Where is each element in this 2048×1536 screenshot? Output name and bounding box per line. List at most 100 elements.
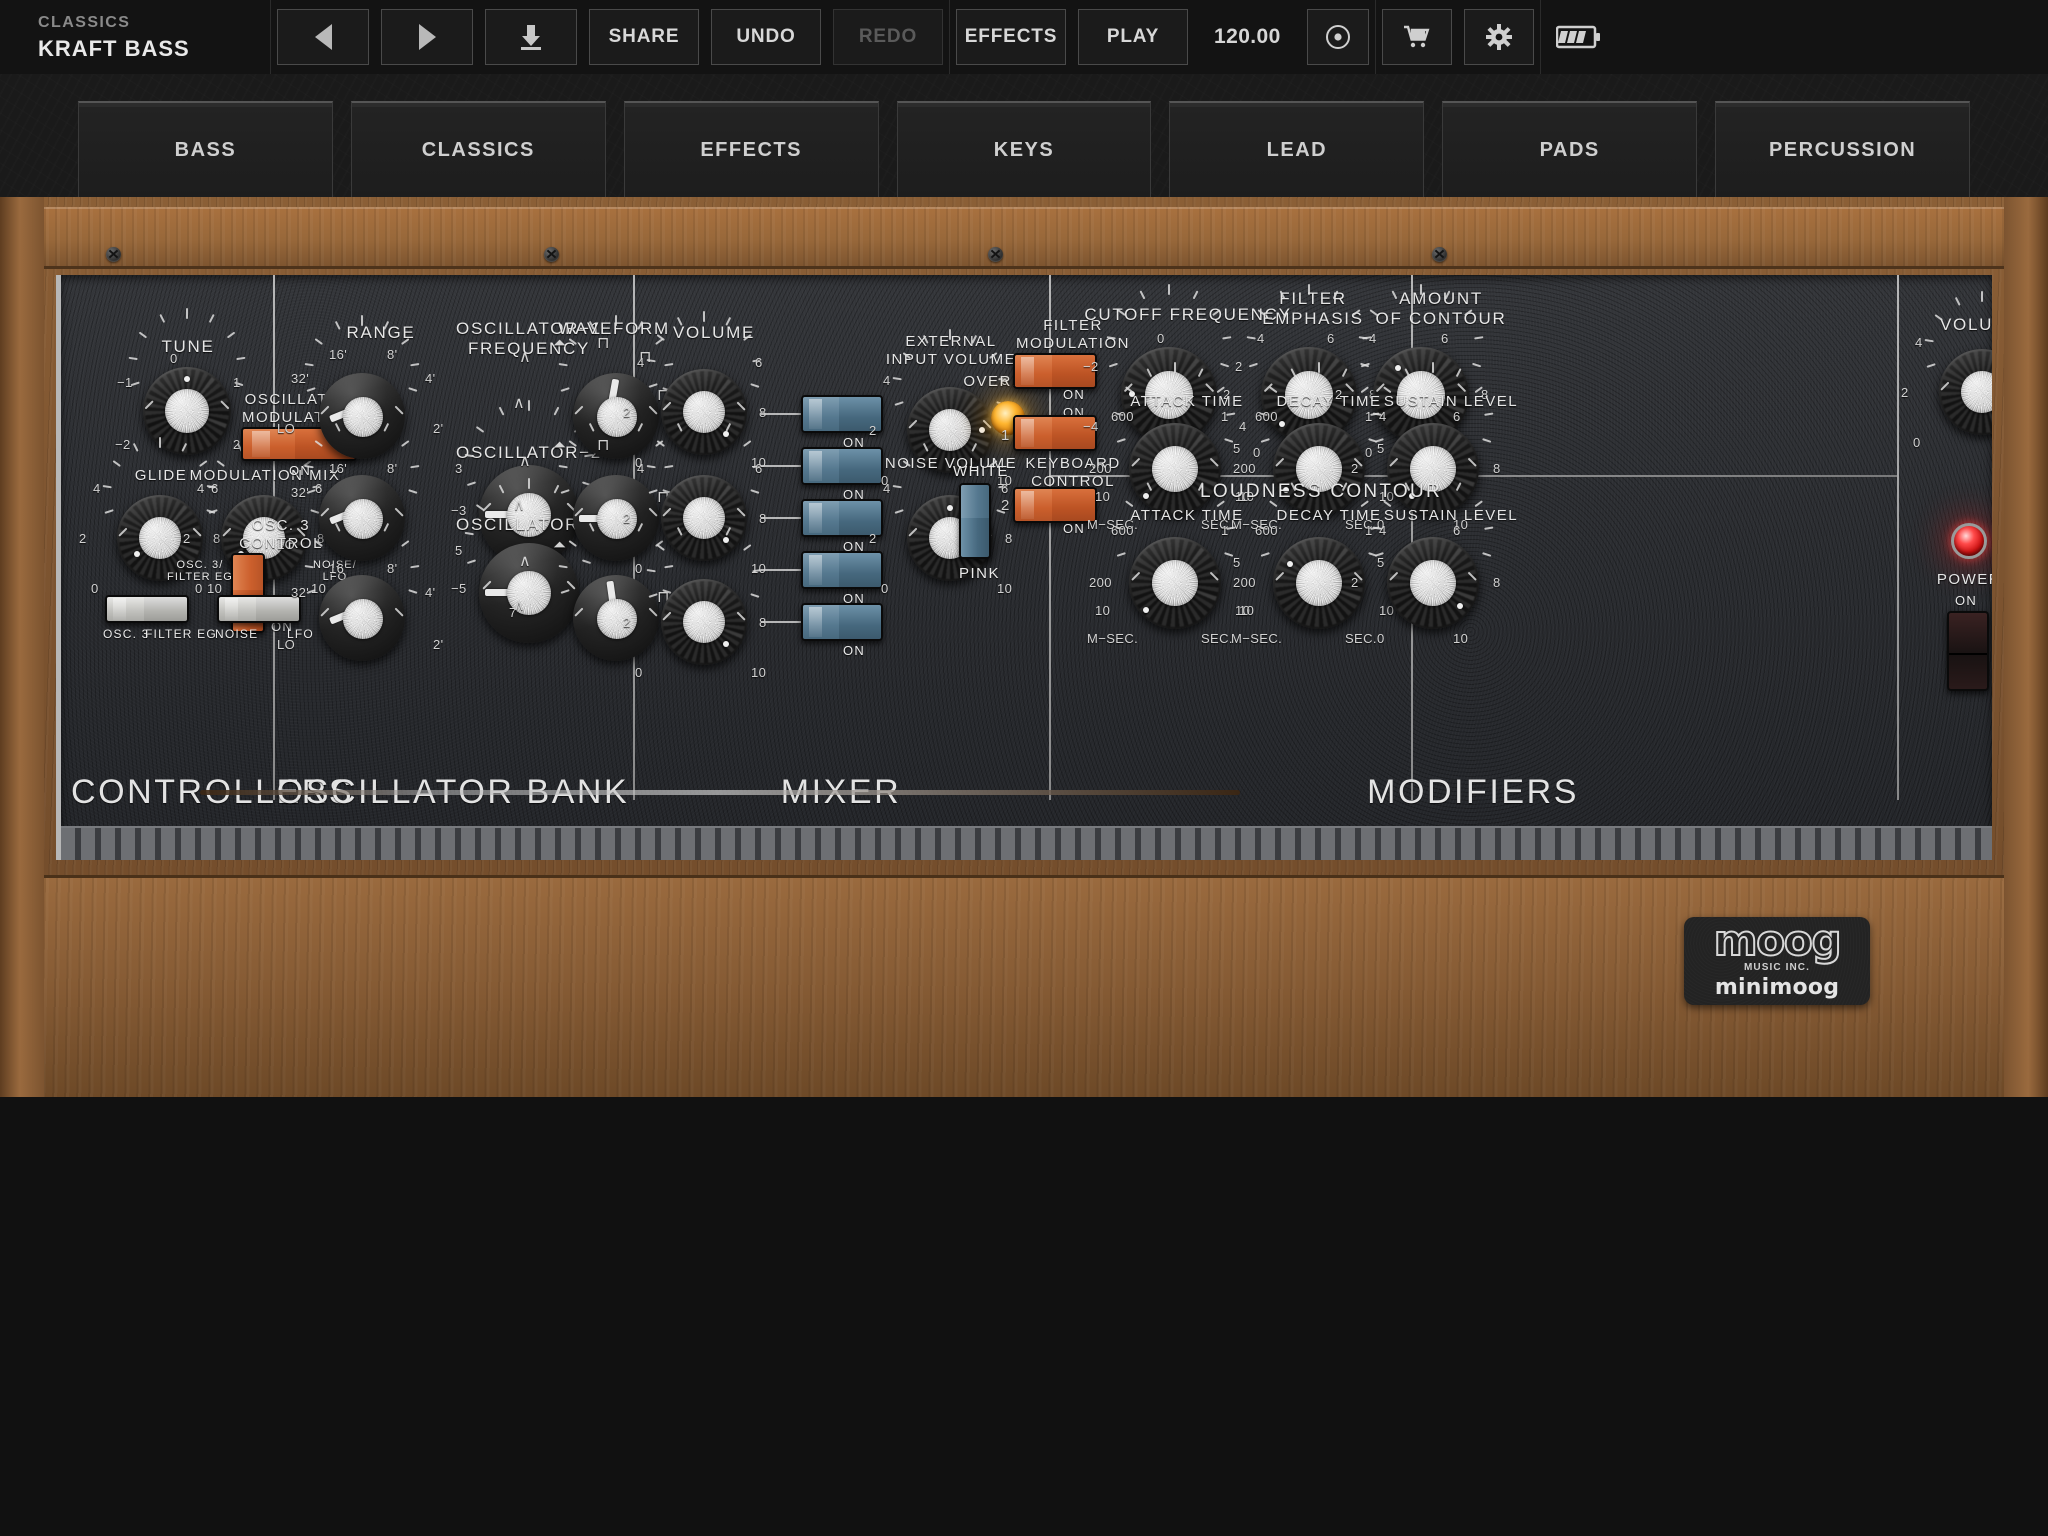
loud-sustain-tick-10: 10 — [1453, 631, 1469, 646]
filter-attack-tick-1: 1 — [1221, 409, 1229, 424]
loudness-attack-time-knob[interactable] — [1114, 476, 1236, 629]
moog-logo-wordmark: moog — [1713, 916, 1843, 966]
knob-tick — [1318, 476, 1320, 487]
osc2-volume-knob[interactable] — [646, 417, 762, 561]
store-button[interactable] — [1381, 9, 1452, 65]
cabinet-left-cheek — [0, 197, 44, 1097]
loudness-sustain-level-knob[interactable] — [1372, 476, 1494, 629]
knob-tick — [304, 362, 314, 367]
osc3-range-tick-2: 2' — [433, 637, 444, 652]
osc1-range-knob[interactable] — [304, 315, 420, 459]
knob-tick — [1139, 290, 1146, 300]
mod-source-switch-right[interactable] — [217, 595, 301, 623]
extinput-tick-2: 2 — [869, 423, 877, 438]
rail-screw — [544, 247, 559, 262]
knob-tick — [553, 406, 560, 416]
osc2-range-tick-16: 16' — [329, 461, 348, 476]
next-preset-button[interactable] — [381, 9, 473, 65]
category-tab-effects[interactable]: EFFECTS — [623, 101, 879, 197]
tempo-value[interactable]: 120.00 — [1194, 9, 1301, 65]
power-lamp — [1951, 523, 1987, 559]
mod-source-switch-left[interactable] — [105, 595, 189, 623]
category-tab-bass[interactable]: BASS — [78, 101, 333, 197]
knob-tick — [1108, 362, 1118, 368]
knob-tick — [410, 464, 420, 469]
glide-tick-8: 8 — [213, 531, 221, 546]
range-tick-16: 16' — [329, 347, 348, 362]
noise-color-switch[interactable] — [959, 483, 991, 559]
category-tab-percussion[interactable]: PERCUSSION — [1715, 101, 1971, 197]
category-tab-lead[interactable]: LEAD — [1169, 101, 1425, 197]
record-button[interactable] — [1306, 9, 1369, 65]
osc3-range-knob[interactable] — [304, 517, 420, 661]
preset-display[interactable]: CLASSICS KRAFT BASS — [0, 11, 270, 63]
triangle-right-icon — [418, 24, 436, 50]
shopping-cart-icon — [1403, 25, 1430, 48]
waveform3-glyph-tri: ∧ — [519, 553, 532, 570]
filter-decay-tick-600: 600 — [1255, 409, 1278, 424]
knob-tick — [1482, 552, 1492, 557]
knob-tick — [1174, 476, 1176, 487]
filter-modulation-on-label: ON — [1063, 387, 1086, 402]
top-toolbar: CLASSICS KRAFT BASS SHARE UNDO REDO EFFE… — [0, 0, 2048, 74]
knob-tick — [498, 406, 505, 416]
filter-decay-tick-5: 5 — [1377, 441, 1385, 456]
noise-tick-2: 2 — [869, 531, 877, 546]
output-volume-knob[interactable] — [1924, 291, 1992, 435]
play-button[interactable]: PLAY — [1078, 9, 1188, 65]
tune-knob[interactable] — [128, 308, 246, 455]
filter-sustain-tick-6: 6 — [1453, 409, 1461, 424]
record-circle-icon — [1325, 25, 1350, 49]
undo-button[interactable]: UNDO — [711, 9, 821, 65]
knob-tick — [1168, 284, 1170, 295]
keyboard-control-switch-2[interactable] — [1013, 487, 1097, 523]
waveform-glyph-sine: ∧ — [513, 395, 526, 412]
knob-tick — [1174, 362, 1176, 373]
osc1-volume-knob[interactable] — [646, 311, 762, 455]
loud-attack-tick-5: 5 — [1233, 555, 1241, 570]
save-preset-button[interactable] — [485, 9, 577, 65]
power-switch[interactable] — [1947, 611, 1989, 691]
osc3-waveform-knob[interactable] — [558, 517, 674, 661]
osc2-tick-5: 5 — [455, 543, 463, 558]
knob-tick — [892, 376, 902, 381]
knob-tick — [208, 313, 215, 323]
knob-tick — [104, 509, 114, 514]
knob-tick — [466, 559, 477, 565]
osc1-waveform-knob[interactable] — [558, 315, 674, 459]
panel-bottom-comb — [61, 826, 1992, 860]
loud-decay-tick-200: 200 — [1233, 575, 1256, 590]
cutoff-tick-n4: −4 — [1083, 419, 1099, 434]
knob-tick — [199, 460, 208, 468]
toolbar-divider-3 — [1374, 0, 1376, 74]
redo-button[interactable]: REDO — [833, 9, 943, 65]
waveform3-glyph-sine: ∧ — [513, 597, 526, 614]
category-tab-keys[interactable]: KEYS — [896, 101, 1152, 197]
knob-tick — [410, 564, 420, 569]
mixer-switch-external-input[interactable] — [801, 551, 883, 589]
settings-button[interactable] — [1463, 9, 1534, 65]
category-tab-classics[interactable]: CLASSICS — [350, 101, 606, 197]
knob-tick — [1308, 284, 1310, 295]
knob-tick — [1318, 362, 1320, 373]
filter-attack-tick-600: 600 — [1111, 409, 1134, 424]
share-button[interactable]: SHARE — [589, 9, 699, 65]
mixer-switch-noise[interactable] — [801, 603, 883, 641]
knob-tick — [361, 417, 363, 428]
white-noise-label: WHITE — [953, 463, 1009, 480]
osc3-volume-knob[interactable] — [646, 521, 762, 665]
knob-tick — [132, 442, 139, 452]
osc2-vol-tick-4: 4 — [637, 461, 645, 476]
knob-tick — [949, 437, 951, 448]
knob-tick — [615, 417, 617, 428]
osc3-vol-tick-10: 10 — [751, 665, 767, 680]
knob-tick — [664, 564, 674, 569]
osc3-range-tick-8: 8' — [387, 561, 398, 576]
loud-decay-tick-10: 10 — [1239, 603, 1255, 618]
effects-button[interactable]: EFFECTS — [956, 9, 1066, 65]
prev-preset-button[interactable] — [277, 9, 369, 65]
category-tab-pads[interactable]: PADS — [1442, 101, 1698, 197]
battery-icon — [1555, 25, 1600, 49]
synth-control-panel: CONTROLLERS OSCILLATOR BANK MIXER MODIFI… — [56, 275, 1992, 860]
loud-sustain-tick-4: 4 — [1379, 523, 1387, 538]
